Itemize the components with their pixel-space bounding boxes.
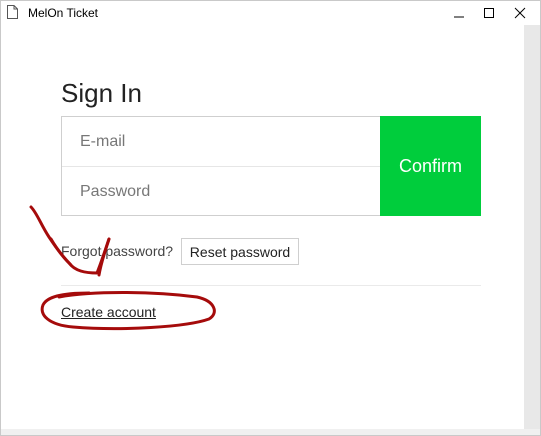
divider	[61, 285, 481, 286]
password-field[interactable]: Password	[62, 167, 380, 216]
window-title: MelOn Ticket	[28, 6, 99, 20]
annotation-arrow-stroke	[29, 205, 111, 275]
document-icon	[7, 5, 18, 19]
maximize-button[interactable]	[474, 1, 504, 25]
title-bar: MelOn Ticket	[1, 1, 540, 25]
close-icon	[514, 7, 526, 19]
vertical-scrollbar[interactable]	[524, 25, 540, 429]
reset-password-button[interactable]: Reset password	[181, 238, 299, 265]
login-form: E-mail Password Confirm	[61, 116, 481, 216]
hand-drawn-annotation	[29, 205, 216, 331]
maximize-icon	[483, 7, 495, 19]
page-title: Sign In	[61, 78, 142, 108]
close-button[interactable]	[505, 1, 535, 25]
forgot-password-label: Forgot password?	[61, 243, 174, 259]
create-account-link[interactable]: Create account	[61, 303, 156, 321]
minimize-button[interactable]	[444, 1, 474, 25]
confirm-button[interactable]: Confirm	[380, 116, 481, 216]
email-field[interactable]: E-mail	[62, 117, 380, 167]
window-bottom-edge	[1, 429, 540, 435]
app-window: MelOn Ticket Sign In E-mail Password Con…	[0, 0, 541, 436]
minimize-icon	[453, 7, 465, 19]
